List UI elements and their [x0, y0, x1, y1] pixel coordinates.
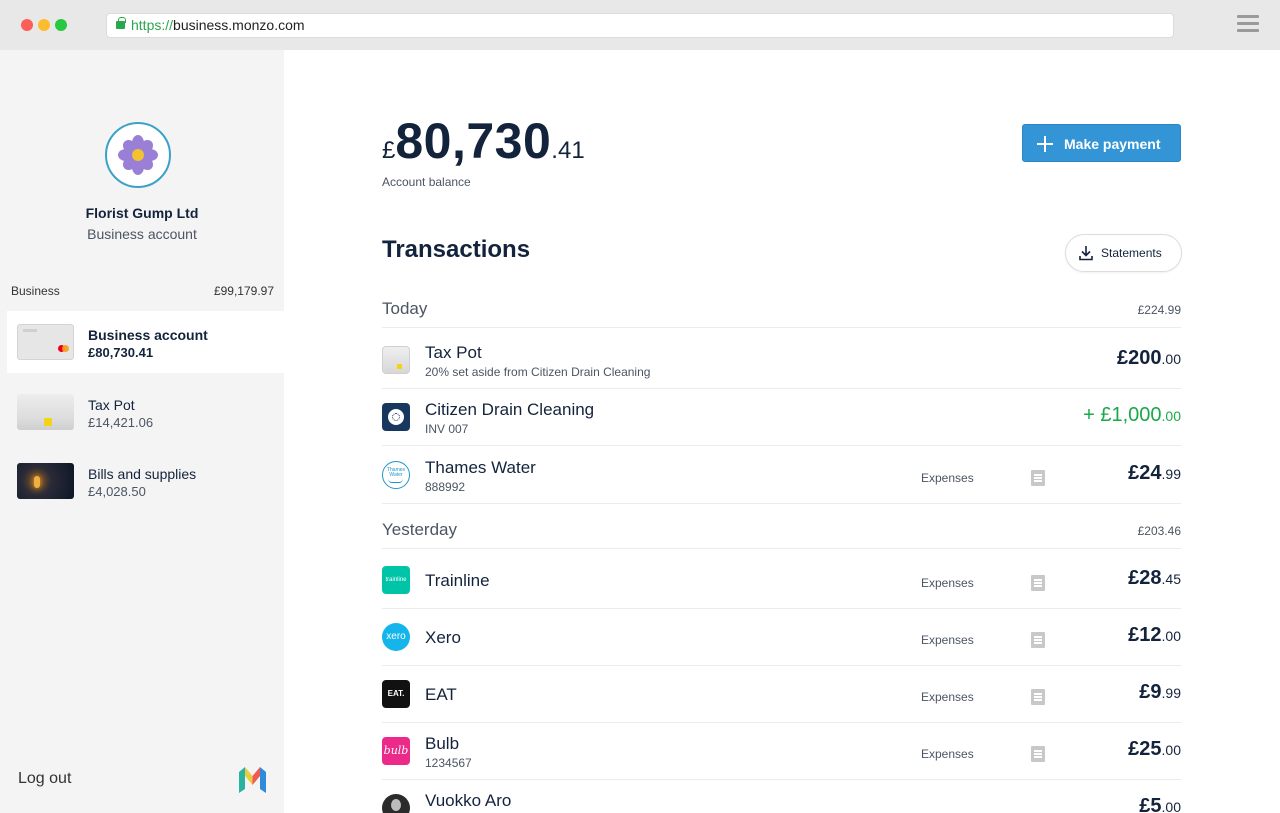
transaction-amount: + £1,000.00 — [1083, 404, 1181, 426]
transaction-row[interactable]: Citizen Drain Cleaning INV 007 + £1,000.… — [382, 389, 1181, 446]
thames-water-logo-icon: Thames Water — [382, 461, 410, 489]
transaction-amount: £28.45 — [1128, 567, 1181, 589]
transaction-name: Tax Pot — [425, 343, 482, 362]
account-name: Bills and supplies — [88, 466, 197, 482]
sidebar-account-business[interactable]: Business account £80,730.41 — [7, 311, 284, 373]
transaction-row[interactable]: trainline Trainline Expenses £28.45 — [382, 552, 1181, 609]
eat-logo-icon: EAT. — [382, 680, 410, 708]
make-payment-label: Make payment — [1064, 136, 1161, 152]
flower-icon — [118, 135, 158, 175]
day-header-yesterday: Yesterday £203.46 — [382, 519, 1181, 549]
transaction-name: Vuokko Aro — [425, 791, 512, 810]
account-name: Tax Pot — [88, 397, 135, 413]
day-header-today: Today £224.99 — [382, 298, 1181, 328]
card-thumbnail — [17, 324, 74, 360]
trainline-logo-icon: trainline — [382, 566, 410, 594]
receipt-icon[interactable] — [1031, 470, 1045, 486]
transaction-amount: £9.99 — [1139, 681, 1181, 703]
transaction-reference: 888992 — [425, 480, 466, 494]
transaction-category[interactable]: Expenses — [921, 633, 974, 647]
account-balance: £14,421.06 — [88, 415, 154, 430]
address-bar[interactable]: https://business.monzo.com — [106, 13, 1174, 38]
transaction-reference: 20% set aside from Citizen Drain Cleanin… — [425, 365, 651, 379]
transaction-row[interactable]: EAT. EAT Expenses £9.99 — [382, 666, 1181, 723]
balance-currency: £ — [382, 137, 396, 164]
transaction-name: Citizen Drain Cleaning — [425, 400, 595, 419]
logout-link[interactable]: Log out — [18, 770, 71, 788]
statements-button[interactable]: Statements — [1065, 234, 1182, 272]
day-total: £224.99 — [1137, 303, 1181, 317]
statements-label: Statements — [1101, 246, 1162, 260]
url-protocol: https:// — [131, 17, 174, 33]
url-host: business.monzo.com — [173, 17, 305, 33]
xero-logo-icon: xero — [382, 623, 410, 651]
receipt-icon[interactable] — [1031, 632, 1045, 648]
transaction-category[interactable]: Expenses — [921, 747, 974, 761]
account-balance: £4,028.50 — [88, 484, 146, 499]
transaction-category[interactable]: Expenses — [921, 690, 974, 704]
transaction-reference: 1234567 — [425, 756, 472, 770]
sidebar-account-bills[interactable]: Bills and supplies £4,028.50 — [7, 450, 284, 512]
transaction-row[interactable]: Thames Water Thames Water 888992 Expense… — [382, 447, 1181, 504]
main-content: £80,730.41 Account balance Make payment … — [284, 50, 1280, 813]
bulb-logo-icon: bulb — [382, 737, 410, 765]
transaction-amount: £12.00 — [1128, 624, 1181, 646]
receipt-icon[interactable] — [1031, 689, 1045, 705]
transaction-name: EAT — [425, 685, 457, 704]
transaction-row[interactable]: Vuokko Aro £5.00 — [382, 780, 1181, 813]
business-avatar[interactable] — [105, 122, 171, 188]
transaction-category[interactable]: Expenses — [921, 576, 974, 590]
transaction-amount: £25.00 — [1128, 738, 1181, 760]
pot-thumbnail — [17, 463, 74, 499]
sidebar: Florist Gump Ltd Business account Busine… — [0, 50, 284, 813]
transaction-row[interactable]: bulb Bulb 1234567 Expenses £25.00 — [382, 723, 1181, 780]
transaction-amount: £24.99 — [1128, 462, 1181, 484]
window-zoom-button[interactable] — [55, 19, 67, 31]
tax-pot-logo-icon — [382, 346, 410, 374]
day-name: Yesterday — [382, 520, 457, 539]
transaction-amount: £5.00 — [1139, 795, 1181, 813]
business-type: Business account — [87, 226, 197, 242]
transaction-name: Trainline — [425, 571, 490, 590]
balance-whole: 80,730 — [395, 113, 552, 169]
transaction-row[interactable]: Tax Pot 20% set aside from Citizen Drain… — [382, 332, 1181, 389]
pot-thumbnail — [17, 394, 74, 430]
balance-label: Account balance — [382, 175, 471, 189]
transaction-row[interactable]: xero Xero Expenses £12.00 — [382, 609, 1181, 666]
receipt-icon[interactable] — [1031, 575, 1045, 591]
browser-chrome: https://business.monzo.com — [0, 0, 1280, 50]
sidebar-account-tax-pot[interactable]: Tax Pot £14,421.06 — [7, 381, 284, 443]
citizen-drain-logo-icon — [382, 403, 410, 431]
account-balance-amount: £80,730.41 — [382, 112, 585, 170]
window-minimize-button[interactable] — [38, 19, 50, 31]
plus-icon — [1037, 136, 1053, 152]
transactions-title: Transactions — [382, 236, 531, 263]
account-balance: £80,730.41 — [88, 345, 154, 360]
balance-pence: .41 — [551, 137, 585, 164]
account-name: Business account — [88, 327, 208, 343]
receipt-icon[interactable] — [1031, 746, 1045, 762]
business-name: Florist Gump Ltd — [85, 205, 199, 221]
download-icon — [1079, 246, 1093, 261]
transaction-reference: INV 007 — [425, 422, 469, 436]
window-close-button[interactable] — [21, 19, 33, 31]
contact-avatar — [382, 794, 410, 813]
make-payment-button[interactable]: Make payment — [1022, 124, 1181, 162]
transaction-category[interactable]: Expenses — [921, 471, 974, 485]
day-name: Today — [382, 299, 428, 318]
transaction-amount: £200.00 — [1117, 347, 1181, 369]
account-group-total: £99,179.97 — [213, 284, 274, 298]
lock-icon — [116, 17, 126, 29]
transaction-name: Bulb — [425, 734, 460, 753]
account-group-label: Business — [11, 284, 60, 298]
transaction-name: Xero — [425, 628, 461, 647]
monzo-logo-icon — [239, 767, 266, 793]
menu-icon[interactable] — [1237, 15, 1259, 33]
transaction-name: Thames Water — [425, 458, 536, 477]
day-total: £203.46 — [1137, 524, 1181, 538]
